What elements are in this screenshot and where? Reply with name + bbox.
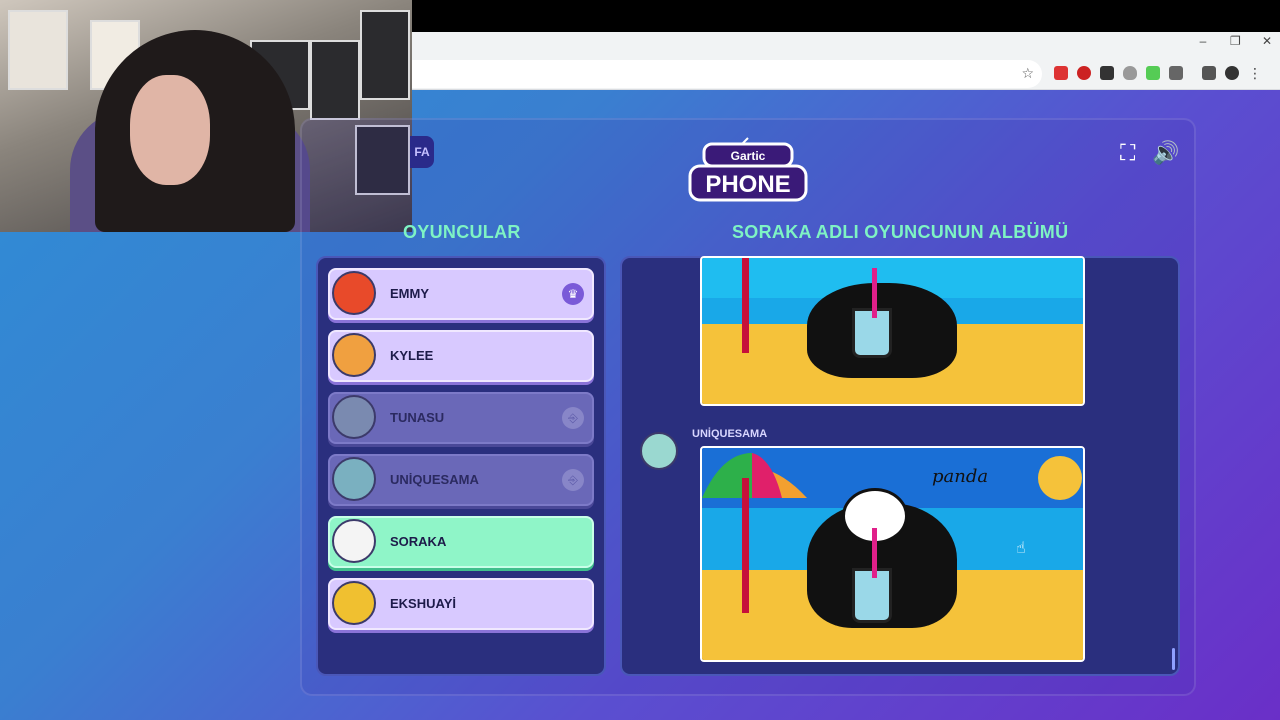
window-controls: – ❐ ✕ xyxy=(1198,34,1272,48)
address-bar[interactable]: ☆ xyxy=(412,60,1042,88)
extension-icon[interactable] xyxy=(1054,66,1068,80)
player-card[interactable]: TUNASU ⎆ xyxy=(328,392,594,444)
close-icon[interactable]: ✕ xyxy=(1262,34,1272,48)
exit-icon: ⎆ xyxy=(562,469,584,491)
bookmark-star-icon[interactable]: ☆ xyxy=(1021,65,1034,82)
player-name: UNİQUESAMA xyxy=(390,472,479,487)
sound-icon[interactable]: 🔊 xyxy=(1152,140,1179,166)
restore-icon[interactable]: ❐ xyxy=(1230,34,1241,48)
album-heading: SORAKA ADLI OYUNCUNUN ALBÜMÜ xyxy=(732,222,1069,242)
avatar xyxy=(332,519,376,563)
player-card[interactable]: KYLEE xyxy=(328,330,594,382)
drawing-author: UNİQUESAMA xyxy=(692,428,768,440)
player-card-selected[interactable]: SORAKA xyxy=(328,516,594,568)
player-name: EMMY xyxy=(390,286,429,301)
shield-icon[interactable] xyxy=(1123,66,1137,80)
umbrella xyxy=(702,453,807,498)
gartic-phone-logo: Gartic PHONE xyxy=(688,137,808,202)
avatar xyxy=(332,457,376,501)
avatar xyxy=(332,581,376,625)
avatar xyxy=(332,395,376,439)
avatar xyxy=(332,271,376,315)
player-card[interactable]: EMMY ♛ xyxy=(328,268,594,320)
menu-dots-icon[interactable]: ⋮ xyxy=(1248,66,1262,80)
player-name: EKSHUAYİ xyxy=(390,596,456,611)
players-heading: OYUNCULAR xyxy=(403,222,521,242)
minimize-icon[interactable]: – xyxy=(1198,34,1208,48)
extension-icon[interactable] xyxy=(1146,66,1160,80)
download-icon[interactable] xyxy=(1202,66,1216,80)
album-drawing: panda xyxy=(700,446,1085,662)
avatar xyxy=(332,333,376,377)
album-drawing xyxy=(700,256,1085,406)
puzzle-icon[interactable] xyxy=(1169,66,1183,80)
player-card[interactable]: UNİQUESAMA ⎆ xyxy=(328,454,594,506)
player-name: SORAKA xyxy=(390,534,447,549)
player-name: KYLEE xyxy=(390,348,434,363)
album-scrollbar[interactable] xyxy=(1172,648,1175,670)
player-name: TUNASU xyxy=(390,410,445,425)
left-corner-button[interactable]: FA xyxy=(410,136,434,168)
sun xyxy=(1038,456,1082,500)
extension-icon[interactable] xyxy=(1100,66,1114,80)
extension-icons: ⋮ xyxy=(1054,66,1262,80)
profile-avatar[interactable] xyxy=(1225,66,1239,80)
author-avatar xyxy=(640,432,678,470)
player-card[interactable]: EKSHUAYİ xyxy=(328,578,594,630)
mouse-cursor-icon: ☝ xyxy=(1016,540,1026,557)
svg-text:Gartic: Gartic xyxy=(731,149,766,163)
drawing-text: panda xyxy=(932,466,989,487)
fullscreen-icon[interactable]: ⛶ xyxy=(1120,140,1135,166)
extension-icon[interactable] xyxy=(1077,66,1091,80)
exit-icon: ⎆ xyxy=(562,407,584,429)
svg-text:PHONE: PHONE xyxy=(705,171,790,198)
crown-icon: ♛ xyxy=(562,283,584,305)
browser-chrome: – ❐ ✕ ☆ ⋮ xyxy=(412,32,1280,90)
